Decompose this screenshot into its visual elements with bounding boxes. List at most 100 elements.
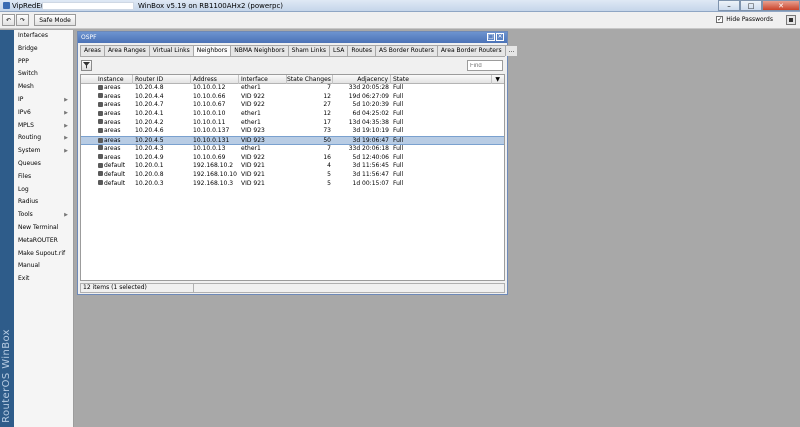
sidebar-item-queues[interactable]: Queues bbox=[14, 158, 73, 171]
neighbor-icon bbox=[98, 162, 103, 168]
table-row[interactable]: default 10.20.0.3 192.168.10.3 VID 921 5 1d 0… bbox=[81, 180, 504, 189]
instance-text: areas bbox=[104, 110, 121, 118]
neighbor-icon bbox=[98, 110, 103, 116]
table-row[interactable]: default 10.20.0.8 192.168.10.10 VID 921 5 3d … bbox=[81, 171, 504, 180]
col-address-cell: 10.10.0.12 bbox=[193, 84, 226, 91]
col-interface-cell: VID 921 bbox=[241, 162, 265, 170]
filter-button[interactable] bbox=[81, 60, 92, 71]
sidebar-item-system[interactable]: System ▶ bbox=[14, 145, 73, 158]
tab-lsa[interactable]: LSA bbox=[329, 45, 349, 56]
sidebar-item-ppp[interactable]: PPP bbox=[14, 56, 73, 69]
table-row[interactable]: areas 10.20.4.5 10.10.0.131 VID 923 50 3d 19:… bbox=[81, 136, 504, 145]
ospf-maximize-button[interactable]: □ bbox=[487, 33, 495, 41]
col-instance-cell: areas bbox=[96, 145, 133, 154]
table-row[interactable]: areas 10.20.4.4 10.10.0.66 VID 922 12 19d 06:… bbox=[81, 93, 504, 102]
col-interface-cell: VID 922 bbox=[241, 101, 265, 109]
table-row[interactable]: areas 10.20.4.9 10.10.0.69 VID 922 16 5d 12:4… bbox=[81, 154, 504, 163]
col-interface-cell: VID 921 bbox=[241, 179, 265, 187]
col-state-changes-cell: 17 bbox=[323, 118, 331, 126]
maximize-button[interactable]: □ bbox=[740, 0, 762, 11]
close-button[interactable]: ✕ bbox=[762, 0, 800, 11]
sidebar-item-make-supout-rif[interactable]: Make Supout.rif bbox=[14, 248, 73, 261]
col-address-cell: 10.10.0.67 bbox=[193, 101, 226, 109]
col-state-changes-cell: 5 bbox=[327, 170, 331, 178]
col-state-cell: Full bbox=[393, 144, 404, 152]
ospf-close-button[interactable]: ✕ bbox=[496, 33, 504, 41]
column-menu-icon[interactable]: ▼ bbox=[495, 76, 500, 83]
sidebar-item-routing[interactable]: Routing ▶ bbox=[14, 132, 73, 145]
col-address-cell: 10.10.0.11 bbox=[193, 118, 226, 126]
hide-passwords-checkbox[interactable]: ✓ bbox=[716, 16, 724, 23]
tab-divider bbox=[80, 56, 505, 57]
ospf-window-titlebar[interactable]: OSPF bbox=[78, 32, 507, 43]
col-instance-header[interactable]: Instance bbox=[96, 75, 133, 84]
redo-button[interactable]: ↷ bbox=[16, 14, 29, 26]
col-address-header[interactable]: Address bbox=[191, 75, 239, 84]
submenu-arrow-icon: ▶ bbox=[64, 122, 68, 129]
sidebar-item-ipv6[interactable]: IPv6 ▶ bbox=[14, 107, 73, 120]
sidebar-item-manual[interactable]: Manual bbox=[14, 260, 73, 273]
tab-areas[interactable]: Areas bbox=[80, 45, 105, 56]
undo-button[interactable]: ↶ bbox=[2, 14, 15, 26]
col-state-changes-cell: 27 bbox=[323, 101, 331, 109]
sidebar-item-bridge[interactable]: Bridge bbox=[14, 43, 73, 56]
tab-area-border-routers[interactable]: Area Border Routers bbox=[436, 45, 506, 56]
col-instance-cell: default bbox=[96, 162, 133, 171]
col-address-cell: 10.10.0.137 bbox=[193, 127, 230, 135]
sidebar-item-files[interactable]: Files bbox=[14, 171, 73, 184]
tab-sham-links[interactable]: Sham Links bbox=[287, 45, 331, 56]
col-router-id-cell: 10.20.4.1 bbox=[135, 110, 164, 118]
submenu-arrow-icon: ▶ bbox=[64, 148, 68, 155]
redacted-address bbox=[42, 2, 134, 10]
tab-routes[interactable]: Routes bbox=[347, 45, 376, 56]
neighbor-icon bbox=[98, 101, 103, 107]
col-interface-cell: ether1 bbox=[241, 144, 261, 152]
sidebar-item-mesh[interactable]: Mesh bbox=[14, 81, 73, 94]
table-row[interactable]: areas 10.20.4.8 10.10.0.12 ether1 7 33d 20:05… bbox=[81, 84, 504, 93]
sidebar-item-radius[interactable]: Radius bbox=[14, 196, 73, 209]
sidebar-item-tools[interactable]: Tools ▶ bbox=[14, 209, 73, 222]
tab-nbma-neighbors[interactable]: NBMA Neighbors bbox=[230, 45, 289, 56]
col-state-changes-cell: 73 bbox=[323, 127, 331, 135]
sidebar-item-log[interactable]: Log bbox=[14, 184, 73, 197]
sidebar-item-interfaces[interactable]: Interfaces bbox=[14, 30, 73, 43]
tab-more[interactable]: ... bbox=[504, 45, 519, 56]
col-state-header[interactable]: State bbox=[391, 75, 492, 84]
col-router-id-cell: 10.20.4.3 bbox=[135, 144, 164, 152]
safe-mode-button[interactable]: Safe Mode bbox=[34, 14, 76, 26]
col-interface-header[interactable]: Interface bbox=[239, 75, 287, 84]
sidebar-item-exit[interactable]: Exit bbox=[14, 273, 73, 286]
col-router-id-cell: 10.20.4.4 bbox=[135, 92, 164, 100]
sidebar-item-label: Interfaces bbox=[18, 32, 48, 39]
find-input[interactable] bbox=[467, 60, 503, 71]
table-row[interactable]: areas 10.20.4.6 10.10.0.137 VID 923 73 3d 19:… bbox=[81, 127, 504, 136]
col-router-id-header[interactable]: Router ID bbox=[133, 75, 191, 84]
sidebar-item-metarouter[interactable]: MetaROUTER bbox=[14, 235, 73, 248]
col-state-cell: Full bbox=[393, 170, 404, 178]
col-instance-cell: areas bbox=[96, 110, 133, 119]
tab-virtual-links[interactable]: Virtual Links bbox=[148, 45, 194, 56]
col-router-id-cell: 10.20.4.6 bbox=[135, 127, 164, 135]
tab-as-border-routers[interactable]: AS Border Routers bbox=[374, 45, 438, 56]
col-state-changes-cell: 7 bbox=[327, 144, 331, 152]
sidebar-item-label: Files bbox=[18, 172, 32, 180]
col-state-changes-header[interactable]: State Changes bbox=[287, 75, 333, 84]
col-state-cell: Full bbox=[393, 92, 404, 100]
table-row[interactable]: default 10.20.0.1 192.168.10.2 VID 921 4 3d 1… bbox=[81, 162, 504, 171]
sidebar-item-switch[interactable]: Switch bbox=[14, 68, 73, 81]
col-interface-cell: VID 921 bbox=[241, 170, 265, 178]
table-row[interactable]: areas 10.20.4.7 10.10.0.67 VID 922 27 5d 10:2… bbox=[81, 101, 504, 110]
table-row[interactable]: areas 10.20.4.3 10.10.0.13 ether1 7 33d 20:06… bbox=[81, 145, 504, 154]
hide-passwords-toggle[interactable]: ✓ Hide Passwords bbox=[716, 16, 773, 23]
sidebar-item-mpls[interactable]: MPLS ▶ bbox=[14, 120, 73, 133]
col-router-id-cell: 10.20.4.8 bbox=[135, 84, 164, 91]
table-row[interactable]: areas 10.20.4.1 10.10.0.10 ether1 12 6d 04:25… bbox=[81, 110, 504, 119]
col-instance-cell: default bbox=[96, 171, 133, 180]
minimize-button[interactable]: – bbox=[718, 0, 740, 11]
col-adjacency-header[interactable]: Adjacency bbox=[333, 75, 391, 84]
sidebar-item-new-terminal[interactable]: New Terminal bbox=[14, 222, 73, 235]
sidebar-item-ip[interactable]: IP ▶ bbox=[14, 94, 73, 107]
table-row[interactable]: areas 10.20.4.2 10.10.0.11 ether1 17 13d 04:3… bbox=[81, 119, 504, 128]
sidebar-item-label: Bridge bbox=[18, 44, 38, 52]
tab-area-ranges[interactable]: Area Ranges bbox=[103, 45, 150, 56]
